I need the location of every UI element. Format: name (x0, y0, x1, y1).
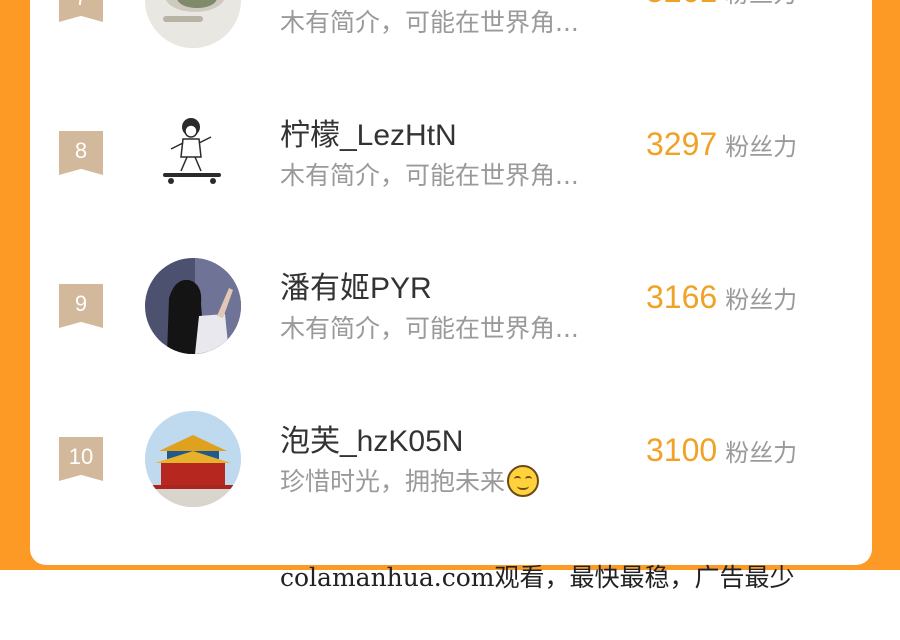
fans-number: 3297 (646, 126, 718, 162)
ranking-row-9[interactable]: 9 潘有姬PYR 木有简介，可能在世界角... 3166 粉丝力 (30, 253, 872, 354)
ranking-row-10[interactable]: 10 泡芙_hzK05N 珍惜时光，拥抱未来 3100 粉丝力 (30, 406, 872, 507)
rank-badge: 10 (59, 437, 103, 481)
watermark-footer: colamanhua.com观看，最快最稳，广告最少 (280, 563, 795, 592)
fans-count: 3166 粉丝力 (646, 279, 797, 316)
user-bio: 珍惜时光，拥抱未来 (280, 462, 625, 499)
smiling-face-icon (507, 465, 540, 497)
rank-number: 9 (74, 291, 88, 316)
rank-badge: 8 (59, 131, 103, 175)
fans-number: 3166 (646, 279, 718, 315)
fans-number: 3100 (646, 432, 718, 468)
fans-count: 5261 粉丝力 (646, 0, 797, 10)
user-name[interactable]: 柠檬_LezHtN (280, 110, 457, 154)
avatar[interactable] (145, 105, 241, 201)
fans-label: 粉丝力 (725, 0, 797, 8)
rank-badge: 9 (59, 284, 103, 328)
avatar-image (145, 105, 241, 201)
fans-count: 3100 粉丝力 (646, 432, 797, 469)
user-name[interactable]: 潘有姬PYR (280, 263, 432, 307)
avatar[interactable] (145, 258, 241, 354)
rank-number: 7 (75, 0, 87, 11)
rank-badge: 7 (59, 0, 103, 22)
user-bio: 木有简介，可能在世界角... (280, 314, 579, 343)
avatar-image (145, 411, 241, 507)
avatar[interactable] (145, 0, 241, 48)
user-bio: 木有简介，可能在世界角... (280, 161, 579, 190)
avatar-image (145, 0, 241, 48)
ranking-card: 7 木有简介，可能在世界角... 5261 粉丝力 8 (30, 0, 872, 565)
user-name[interactable]: 泡芙_hzK05N (280, 416, 463, 460)
user-bio: 木有简介，可能在世界角... (280, 8, 579, 37)
rank-number: 10 (68, 444, 94, 469)
rank-number: 8 (74, 138, 88, 163)
fans-number: 5261 (646, 0, 717, 9)
fans-count: 3297 粉丝力 (646, 126, 797, 163)
fans-label: 粉丝力 (725, 133, 798, 161)
fans-label: 粉丝力 (725, 286, 798, 314)
avatar[interactable] (145, 411, 241, 507)
ranking-row-7[interactable]: 7 木有简介，可能在世界角... 5261 粉丝力 (30, 0, 872, 48)
user-bio-text: 珍惜时光，拥抱未来 (280, 467, 506, 496)
fans-label: 粉丝力 (725, 439, 798, 467)
avatar-image (145, 258, 241, 354)
ranking-row-8[interactable]: 8 柠檬_LezHtN 木有简介，可能在世界角... 3297 粉丝力 (30, 100, 872, 201)
